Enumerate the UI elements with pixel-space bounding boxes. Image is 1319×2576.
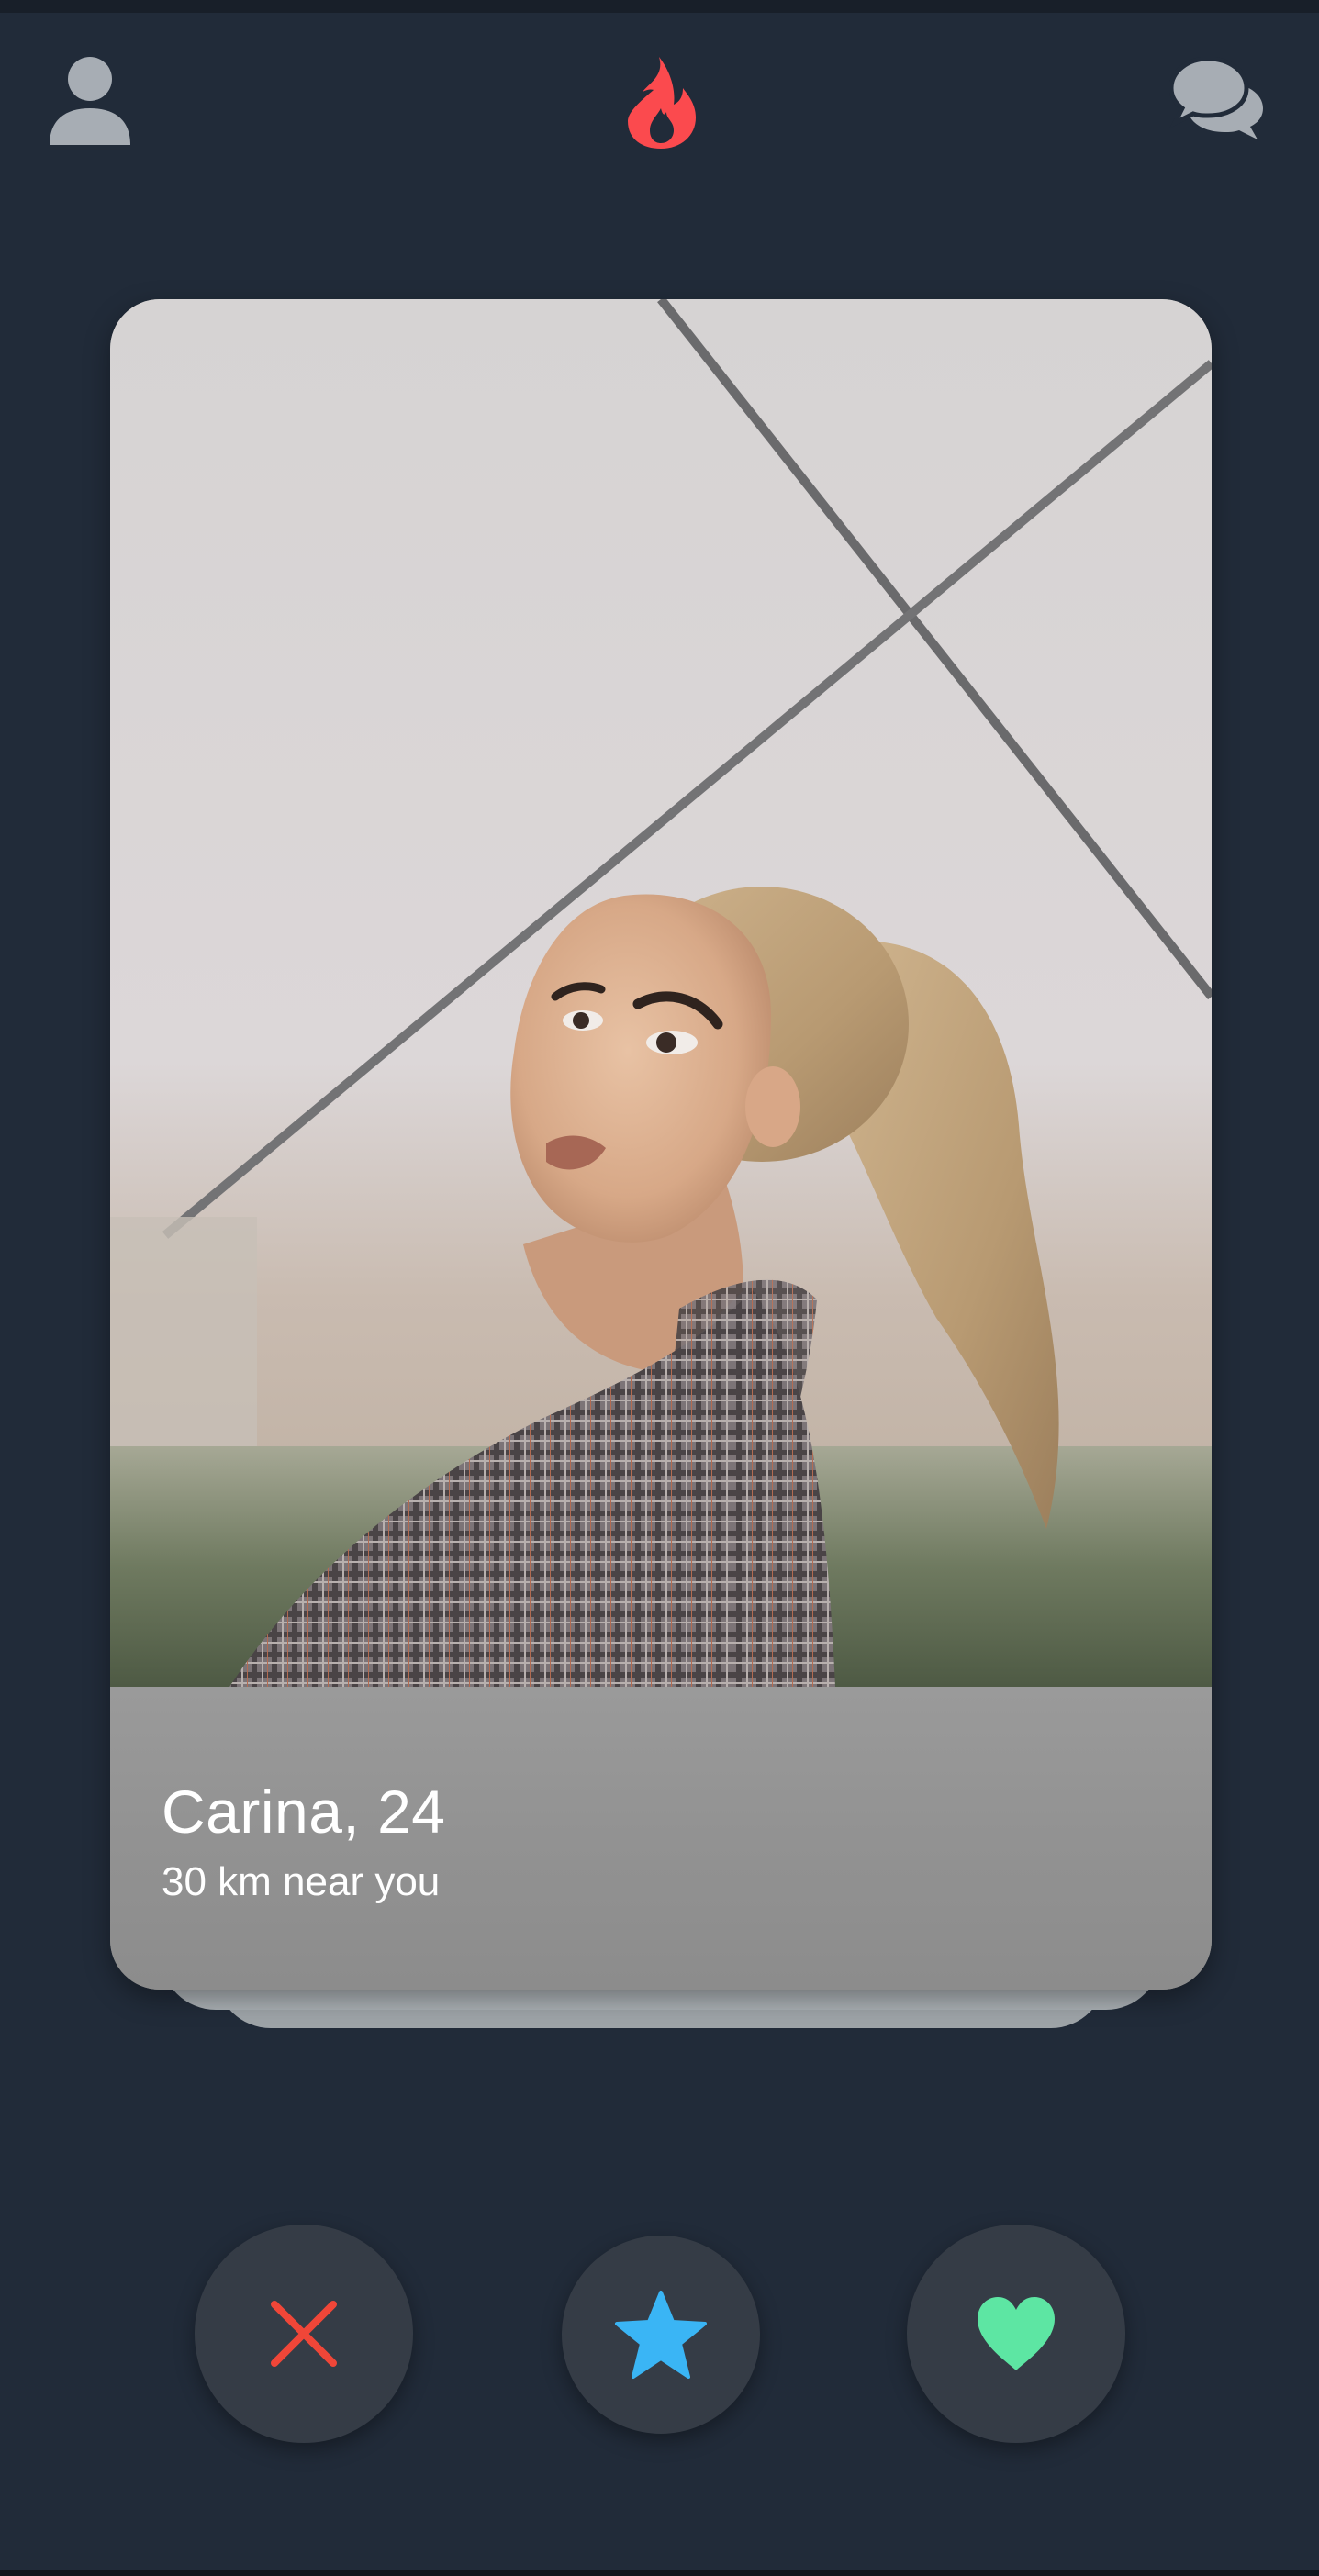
- superlike-button[interactable]: [562, 2236, 760, 2434]
- star-icon: [615, 2291, 707, 2379]
- chat-bubbles-icon[interactable]: [1169, 57, 1265, 139]
- like-button[interactable]: [907, 2225, 1125, 2443]
- heart-icon: [978, 2297, 1055, 2370]
- profile-distance: 30 km near you: [162, 1859, 441, 1904]
- bottom-edge: [0, 2570, 1319, 2576]
- profile-photo: [110, 299, 1212, 1687]
- dislike-button[interactable]: [195, 2225, 413, 2443]
- flame-logo-icon[interactable]: [622, 55, 699, 151]
- profile-card[interactable]: Carina, 24 30 km near you: [110, 299, 1212, 1990]
- profile-icon[interactable]: [46, 55, 134, 147]
- status-bar: [0, 0, 1319, 13]
- close-icon: [271, 2301, 337, 2367]
- profile-info-panel: Carina, 24 30 km near you: [110, 1687, 1212, 1990]
- profile-name-age: Carina, 24: [162, 1778, 446, 1846]
